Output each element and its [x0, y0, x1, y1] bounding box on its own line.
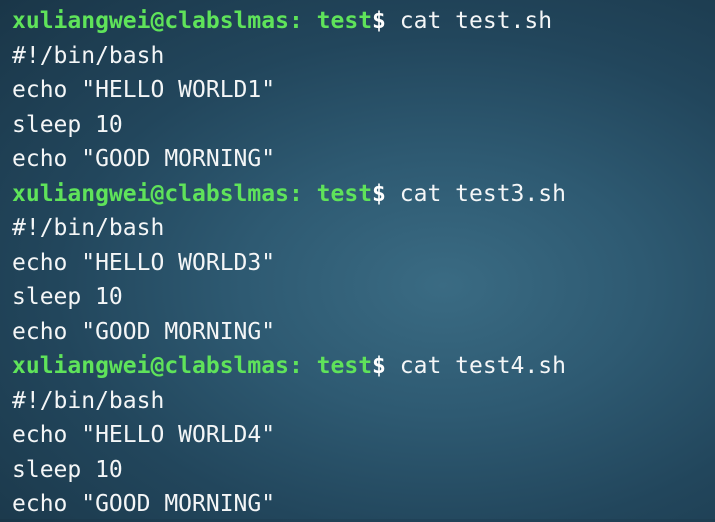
prompt-user-host: xuliangwei@clabslmas:	[12, 8, 303, 34]
output-line: sleep 10	[12, 284, 123, 310]
prompt-directory: test	[316, 8, 373, 34]
prompt-user-host: xuliangwei@clabslmas:	[12, 180, 303, 207]
prompt-directory: test	[316, 353, 373, 379]
terminal-window[interactable]: xuliangwei@clabslmas: test$ cat test.sh …	[0, 0, 715, 519]
prompt-line: xuliangwei@clabslmas: test$ cat test3.sh	[12, 177, 715, 212]
prompt-directory: test	[316, 180, 373, 207]
output-line: echo "HELLO WORLD4"	[12, 422, 276, 448]
command-text: cat test4.sh	[399, 353, 566, 379]
command-text: cat test.sh	[399, 8, 553, 34]
output-line: #!/bin/bash	[12, 215, 165, 241]
prompt-symbol: $	[372, 180, 386, 207]
output-line: echo "GOOD MORNING"	[12, 146, 276, 172]
prompt-user-host: xuliangwei@clabslmas:	[12, 353, 303, 379]
prompt-symbol: $	[372, 8, 386, 34]
output-line: sleep 10	[12, 456, 123, 483]
output-line: echo "GOOD MORNING"	[12, 491, 276, 517]
output-line: sleep 10	[12, 111, 123, 138]
output-line: #!/bin/bash	[12, 387, 165, 414]
prompt-line: xuliangwei@clabslmas: test$ cat test4.sh	[12, 349, 715, 384]
output-line: echo "HELLO WORLD3"	[12, 249, 276, 276]
prompt-line: xuliangwei@clabslmas: test$ cat test.sh	[12, 4, 715, 39]
output-line: #!/bin/bash	[12, 42, 165, 69]
command-text: cat test3.sh	[399, 180, 566, 207]
prompt-symbol: $	[372, 353, 386, 379]
output-line: echo "HELLO WORLD1"	[12, 77, 276, 103]
output-line: echo "GOOD MORNING"	[12, 318, 276, 345]
